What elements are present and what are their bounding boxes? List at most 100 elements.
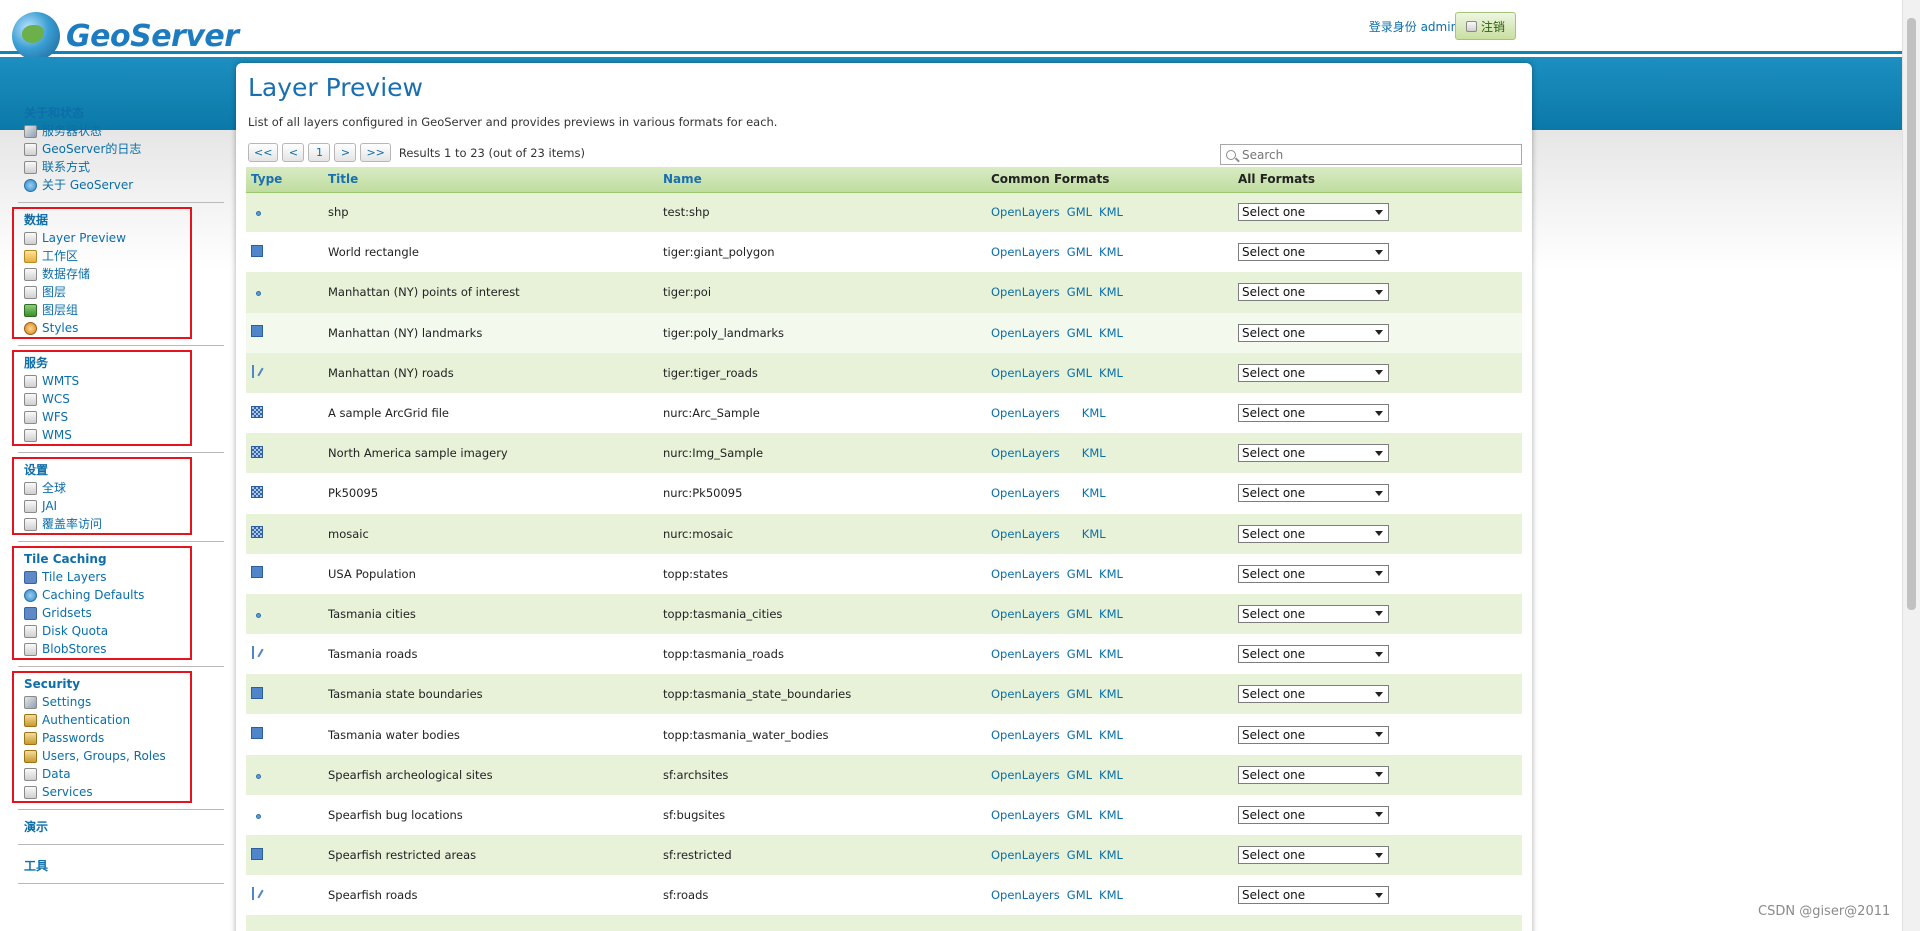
format-select[interactable]: Select one <box>1238 524 1389 543</box>
format-select[interactable]: Select one <box>1238 604 1389 623</box>
openlayers-link[interactable]: OpenLayers <box>991 205 1060 219</box>
openlayers-link[interactable]: OpenLayers <box>991 607 1060 621</box>
format-select[interactable]: Select one <box>1238 685 1389 704</box>
kml-link[interactable]: KML <box>1099 285 1123 299</box>
format-select[interactable]: Select one <box>1238 283 1389 302</box>
format-select[interactable]: Select one <box>1238 484 1389 503</box>
gml-link[interactable]: GML <box>1067 888 1092 902</box>
sidebar-item[interactable]: 服务器状态 <box>18 122 224 140</box>
search-input[interactable] <box>1242 147 1512 162</box>
format-select[interactable]: Select one <box>1238 725 1389 744</box>
kml-link[interactable]: KML <box>1082 446 1106 460</box>
kml-link[interactable]: KML <box>1099 888 1123 902</box>
nav-group-title[interactable]: 演示 <box>18 818 224 836</box>
last-page-button[interactable]: >> <box>360 143 391 162</box>
format-select[interactable]: Select one <box>1238 323 1389 342</box>
openlayers-link[interactable]: OpenLayers <box>991 366 1060 380</box>
openlayers-link[interactable]: OpenLayers <box>991 728 1060 742</box>
gml-link[interactable]: GML <box>1067 245 1092 259</box>
nav-group-title[interactable]: 工具 <box>18 857 224 875</box>
gml-link[interactable]: GML <box>1067 728 1092 742</box>
gml-link[interactable]: GML <box>1067 285 1092 299</box>
kml-link[interactable]: KML <box>1099 245 1123 259</box>
format-select[interactable]: Select one <box>1238 203 1389 222</box>
kml-link[interactable]: KML <box>1099 607 1123 621</box>
format-select[interactable]: Select one <box>1238 886 1389 905</box>
gml-link[interactable]: GML <box>1067 326 1092 340</box>
kml-link[interactable]: KML <box>1099 808 1123 822</box>
sidebar-item-label[interactable]: GeoServer的日志 <box>42 140 141 158</box>
format-select[interactable]: Select one <box>1238 243 1389 262</box>
gml-link[interactable]: GML <box>1067 607 1092 621</box>
column-header-name[interactable]: Name <box>658 167 986 193</box>
openlayers-link[interactable]: OpenLayers <box>991 486 1060 500</box>
openlayers-link[interactable]: OpenLayers <box>991 527 1060 541</box>
kml-link[interactable]: KML <box>1099 205 1123 219</box>
format-select[interactable]: Select one <box>1238 363 1389 382</box>
openlayers-link[interactable]: OpenLayers <box>991 768 1060 782</box>
format-select[interactable]: Select one <box>1238 645 1389 664</box>
openlayers-link[interactable]: OpenLayers <box>991 326 1060 340</box>
gml-link[interactable]: GML <box>1067 366 1092 380</box>
kml-link[interactable]: KML <box>1082 486 1106 500</box>
openlayers-link[interactable]: OpenLayers <box>991 245 1060 259</box>
format-select[interactable]: Select one <box>1238 805 1389 824</box>
nav-group-6: 演示 <box>18 818 224 836</box>
gml-link[interactable]: GML <box>1067 687 1092 701</box>
gml-link[interactable]: GML <box>1067 848 1092 862</box>
gml-link[interactable]: GML <box>1067 205 1092 219</box>
gml-link[interactable]: GML <box>1067 567 1092 581</box>
sidebar-item[interactable]: 关于 GeoServer <box>18 176 224 194</box>
kml-link[interactable]: KML <box>1099 567 1123 581</box>
common-formats-cell: OpenLayers KML <box>986 392 1233 434</box>
openlayers-link[interactable]: OpenLayers <box>991 808 1060 822</box>
openlayers-link[interactable]: OpenLayers <box>991 406 1060 420</box>
kml-link[interactable]: KML <box>1082 406 1106 420</box>
openlayers-link[interactable]: OpenLayers <box>991 285 1060 299</box>
format-select[interactable]: Select one <box>1238 444 1389 463</box>
logout-button[interactable]: 注销 <box>1455 12 1516 40</box>
gml-link[interactable]: GML <box>1067 808 1092 822</box>
sidebar-item[interactable]: 联系方式 <box>18 158 224 176</box>
sidebar-item[interactable]: GeoServer的日志 <box>18 140 224 158</box>
geoserver-logo[interactable]: GeoServer <box>12 12 239 60</box>
format-select[interactable]: Select one <box>1238 404 1389 423</box>
scroll-thumb[interactable] <box>1907 18 1916 610</box>
kml-link[interactable]: KML <box>1099 848 1123 862</box>
openlayers-link[interactable]: OpenLayers <box>991 567 1060 581</box>
openlayers-link[interactable]: OpenLayers <box>991 687 1060 701</box>
sidebar-item-label[interactable]: 联系方式 <box>42 158 90 176</box>
nav-group-title[interactable]: 关于和状态 <box>18 104 224 122</box>
server-status-icon <box>24 124 37 138</box>
polygon-layer-icon <box>251 686 263 699</box>
format-select[interactable]: Select one <box>1238 564 1389 583</box>
search-box[interactable] <box>1220 144 1522 165</box>
sidebar-item-label[interactable]: 服务器状态 <box>42 122 102 140</box>
column-header-type[interactable]: Type <box>246 167 323 193</box>
column-header-title[interactable]: Title <box>323 167 658 193</box>
format-select[interactable]: Select one <box>1238 846 1389 865</box>
openlayers-link[interactable]: OpenLayers <box>991 888 1060 902</box>
gml-link[interactable]: GML <box>1067 768 1092 782</box>
kml-link[interactable]: KML <box>1099 728 1123 742</box>
openlayers-link[interactable]: OpenLayers <box>991 647 1060 661</box>
page-scrollbar[interactable] <box>1902 0 1920 931</box>
format-select-value: Select one <box>1242 566 1306 581</box>
kml-link[interactable]: KML <box>1099 768 1123 782</box>
kml-link[interactable]: KML <box>1099 647 1123 661</box>
sidebar-item-label[interactable]: 关于 GeoServer <box>42 176 133 194</box>
gml-link[interactable]: GML <box>1067 647 1092 661</box>
format-select[interactable]: Select one <box>1238 765 1389 784</box>
page-1-button[interactable]: 1 <box>308 143 331 162</box>
kml-link[interactable]: KML <box>1099 326 1123 340</box>
prev-page-button[interactable]: < <box>282 143 305 162</box>
layer-type-cell <box>246 875 323 916</box>
common-formats-cell: OpenLayers GML KML <box>986 674 1233 715</box>
kml-link[interactable]: KML <box>1082 527 1106 541</box>
first-page-button[interactable]: << <box>248 143 279 162</box>
kml-link[interactable]: KML <box>1099 366 1123 380</box>
openlayers-link[interactable]: OpenLayers <box>991 848 1060 862</box>
openlayers-link[interactable]: OpenLayers <box>991 446 1060 460</box>
next-page-button[interactable]: > <box>334 143 357 162</box>
kml-link[interactable]: KML <box>1099 687 1123 701</box>
